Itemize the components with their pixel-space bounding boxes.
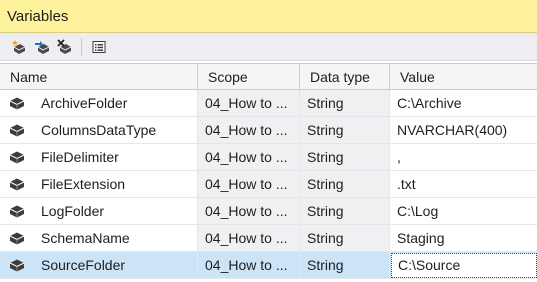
variable-name-cell[interactable]: SchemaName <box>0 225 198 251</box>
table-row[interactable]: LogFolder 04_How to ... String C:\Log <box>0 198 537 225</box>
variable-value-cell[interactable]: , <box>390 144 537 170</box>
variable-type: String <box>307 203 344 219</box>
table-row[interactable]: FileDelimiter 04_How to ... String , <box>0 144 537 171</box>
variable-scope: 04_How to ... <box>205 230 288 246</box>
variables-grid: Name Scope Data type Value ArchiveFolder… <box>0 63 537 279</box>
window-title: Variables <box>7 7 69 25</box>
grid-options-icon <box>92 40 106 53</box>
column-header-data-type[interactable]: Data type <box>300 64 390 89</box>
variable-scope-cell[interactable]: 04_How to ... <box>198 252 300 278</box>
delete-variable-button[interactable] <box>54 36 76 58</box>
variable-name: LogFolder <box>41 203 105 219</box>
variable-scope-cell[interactable]: 04_How to ... <box>198 198 300 224</box>
grid-options-button[interactable] <box>88 36 110 58</box>
variable-icon <box>9 124 25 137</box>
column-header-label: Name <box>10 68 48 85</box>
column-header-label: Value <box>400 68 435 85</box>
variable-icon <box>9 259 25 272</box>
variable-name: FileDelimiter <box>41 149 119 165</box>
variable-name: SchemaName <box>41 230 130 246</box>
variable-type: String <box>307 230 344 246</box>
variable-scope: 04_How to ... <box>205 176 288 192</box>
variable-icon <box>9 151 25 164</box>
column-header-scope[interactable]: Scope <box>198 64 300 89</box>
variable-value-cell[interactable]: C:\Source <box>390 252 537 278</box>
column-header-label: Scope <box>208 68 248 85</box>
variables-window: Variables Name Scope Data type Value Arc… <box>0 0 537 282</box>
variable-type: String <box>307 95 344 111</box>
column-header-name[interactable]: Name <box>0 64 198 89</box>
variable-value-cell[interactable]: C:\Archive <box>390 90 537 116</box>
variable-value-cell[interactable]: Staging <box>390 225 537 251</box>
variable-name: SourceFolder <box>41 257 126 273</box>
variable-scope-cell[interactable]: 04_How to ... <box>198 144 300 170</box>
variable-value: Staging <box>397 230 445 246</box>
variable-icon <box>9 97 25 110</box>
table-row[interactable]: SchemaName 04_How to ... String Staging <box>0 225 537 252</box>
variable-name-cell[interactable]: FileDelimiter <box>0 144 198 170</box>
variable-name-cell[interactable]: LogFolder <box>0 198 198 224</box>
window-titlebar: Variables <box>0 0 537 33</box>
grid-header: Name Scope Data type Value <box>0 63 537 90</box>
toolbar-separator <box>81 37 82 56</box>
variable-scope: 04_How to ... <box>205 203 288 219</box>
variable-name: ColumnsDataType <box>41 122 157 138</box>
add-variable-button[interactable] <box>8 36 30 58</box>
table-row[interactable]: ArchiveFolder 04_How to ... String C:\Ar… <box>0 90 537 117</box>
variable-type-cell[interactable]: String <box>300 90 390 116</box>
variable-name-cell[interactable]: ArchiveFolder <box>0 90 198 116</box>
add-variable-icon <box>12 39 26 54</box>
delete-variable-icon <box>57 38 72 54</box>
variable-value: , <box>397 149 401 165</box>
variable-scope-cell[interactable]: 04_How to ... <box>198 90 300 116</box>
variable-value-cell[interactable]: C:\Log <box>390 198 537 224</box>
variable-type-cell[interactable]: String <box>300 171 390 197</box>
variable-scope: 04_How to ... <box>205 257 288 273</box>
variable-value: .txt <box>397 176 416 192</box>
table-row[interactable]: ColumnsDataType 04_How to ... String NVA… <box>0 117 537 144</box>
grid-body: ArchiveFolder 04_How to ... String C:\Ar… <box>0 90 537 279</box>
variable-value: C:\Source <box>398 257 461 273</box>
variable-type-cell[interactable]: String <box>300 117 390 143</box>
variable-type-cell[interactable]: String <box>300 144 390 170</box>
variable-name: FileExtension <box>41 176 126 192</box>
value-editor-input[interactable]: C:\Source <box>391 252 537 278</box>
variable-type: String <box>307 257 344 273</box>
variable-name-cell[interactable]: SourceFolder <box>0 252 198 278</box>
table-row[interactable]: FileExtension 04_How to ... String .txt <box>0 171 537 198</box>
table-row-selected[interactable]: SourceFolder 04_How to ... String C:\Sou… <box>0 252 537 279</box>
variable-value: C:\Log <box>397 203 439 219</box>
move-variable-icon <box>35 40 50 54</box>
variable-icon <box>9 205 25 218</box>
variables-toolbar <box>0 33 537 61</box>
variable-icon <box>9 232 25 245</box>
variable-scope: 04_How to ... <box>205 122 288 138</box>
move-variable-button[interactable] <box>31 36 53 58</box>
variable-value-cell[interactable]: NVARCHAR(400) <box>390 117 537 143</box>
column-header-label: Data type <box>310 68 370 85</box>
variable-type-cell[interactable]: String <box>300 225 390 251</box>
variable-icon <box>9 178 25 191</box>
variable-scope: 04_How to ... <box>205 149 288 165</box>
variable-name-cell[interactable]: FileExtension <box>0 171 198 197</box>
variable-scope-cell[interactable]: 04_How to ... <box>198 225 300 251</box>
variable-value: NVARCHAR(400) <box>397 122 508 138</box>
variable-name: ArchiveFolder <box>41 95 128 111</box>
variable-type-cell[interactable]: String <box>300 198 390 224</box>
variable-scope-cell[interactable]: 04_How to ... <box>198 171 300 197</box>
variable-type: String <box>307 122 344 138</box>
variable-type: String <box>307 176 344 192</box>
variable-scope: 04_How to ... <box>205 95 288 111</box>
variable-name-cell[interactable]: ColumnsDataType <box>0 117 198 143</box>
variable-type: String <box>307 149 344 165</box>
variable-value-cell[interactable]: .txt <box>390 171 537 197</box>
variable-value: C:\Archive <box>397 95 462 111</box>
variable-type-cell[interactable]: String <box>300 252 390 278</box>
variable-scope-cell[interactable]: 04_How to ... <box>198 117 300 143</box>
column-header-value[interactable]: Value <box>390 64 537 89</box>
